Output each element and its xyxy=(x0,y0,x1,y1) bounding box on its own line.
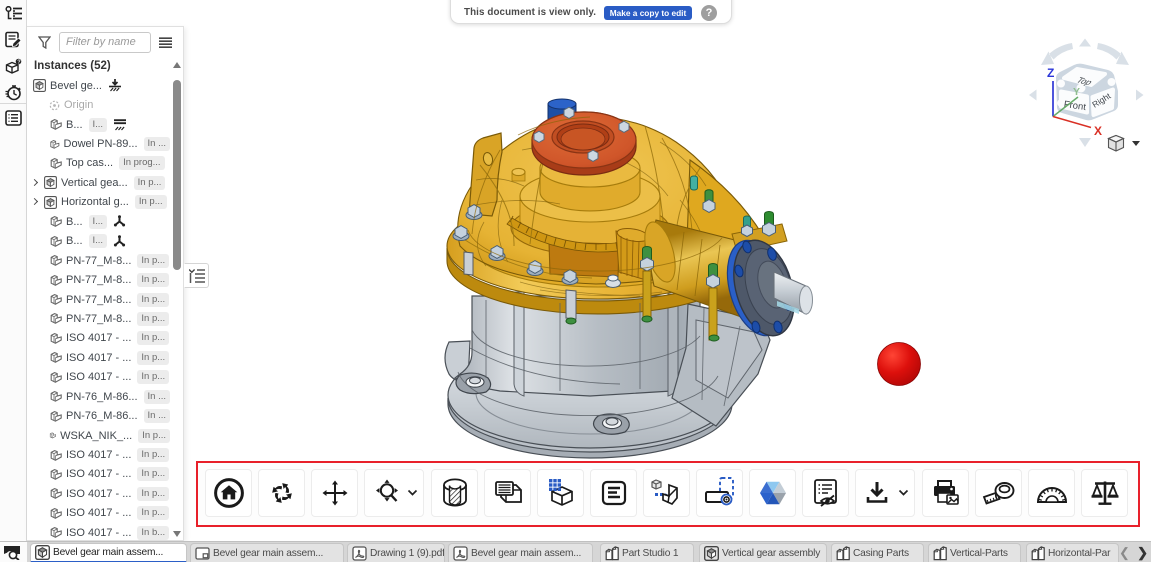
svg-text:X: X xyxy=(1094,124,1102,138)
svg-text:Y: Y xyxy=(1073,86,1080,98)
svg-text:Z: Z xyxy=(1047,66,1054,80)
